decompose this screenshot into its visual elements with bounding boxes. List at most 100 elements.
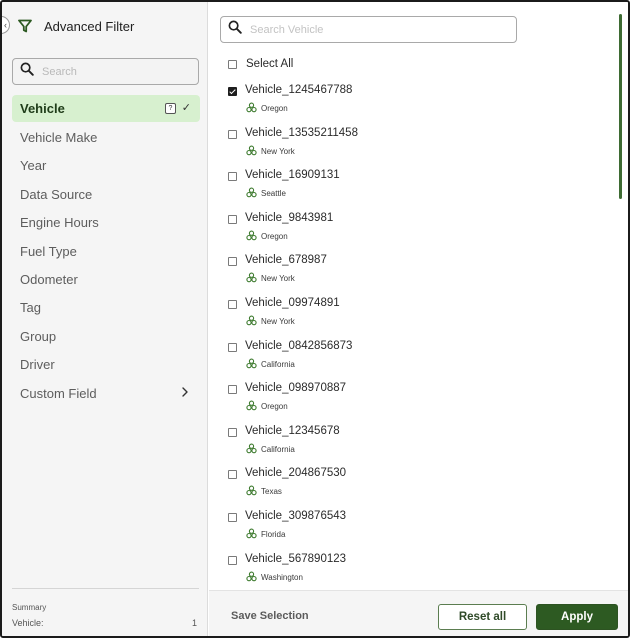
- summary-label: Vehicle:: [12, 618, 44, 628]
- help-badge-icon[interactable]: ?: [165, 103, 176, 114]
- vehicle-name: Vehicle_09974891: [245, 296, 340, 309]
- vehicle-location-label: New York: [261, 316, 295, 326]
- vehicle-list-item[interactable]: Vehicle_0842856873 California: [228, 340, 613, 383]
- vehicle-location-label: Florida: [261, 529, 286, 539]
- vehicle-location: New York: [246, 315, 295, 328]
- vehicle-checkbox[interactable]: [228, 87, 237, 96]
- nav-item-engine-hours[interactable]: Engine Hours: [12, 209, 200, 237]
- vehicle-list-item[interactable]: Vehicle_16909131 Seattle: [228, 169, 613, 212]
- vehicle-location: California: [246, 358, 295, 371]
- vehicle-location-label: Oregon: [261, 231, 288, 241]
- panel-title: Advanced Filter: [44, 18, 135, 34]
- reset-all-button[interactable]: Reset all: [438, 604, 527, 630]
- nav-item-label: Odometer: [20, 272, 78, 288]
- vehicle-name: Vehicle_098970887: [245, 382, 347, 395]
- vehicle-name: Vehicle_16909131: [245, 169, 340, 182]
- category-search-box[interactable]: [12, 58, 199, 85]
- vehicle-list-item[interactable]: Vehicle_204867530 Texas: [228, 467, 613, 510]
- nav-item-group[interactable]: Group: [12, 322, 200, 350]
- nav-item-fuel-type[interactable]: Fuel Type: [12, 237, 200, 265]
- select-all-option[interactable]: Select All: [228, 56, 293, 72]
- summary-count: 1: [191, 618, 197, 628]
- vehicle-checkbox[interactable]: [228, 172, 237, 182]
- vehicle-name: Vehicle_12345678: [245, 424, 340, 437]
- vehicle-location: Seattle: [246, 187, 286, 200]
- filter-funnel-icon: [18, 19, 32, 33]
- nav-item-label: Year: [20, 158, 47, 174]
- group-nodes-icon: [246, 528, 257, 541]
- nav-item-label: Data Source: [20, 186, 93, 202]
- vehicle-location: New York: [246, 145, 295, 158]
- vehicle-name: Vehicle_1245467788: [245, 84, 353, 96]
- vehicle-location-label: New York: [261, 274, 295, 284]
- nav-item-data-source[interactable]: Data Source: [12, 180, 200, 208]
- group-nodes-icon: [246, 230, 257, 243]
- vehicle-checkbox[interactable]: [228, 385, 237, 395]
- nav-item-label: Custom Field: [20, 385, 97, 401]
- nav-item-custom-field[interactable]: Custom Field: [12, 379, 200, 407]
- nav-item-year[interactable]: Year: [12, 152, 200, 180]
- vehicle-list-item[interactable]: Vehicle_098970887 Oregon: [228, 382, 613, 425]
- vehicle-location-label: Seattle: [261, 189, 286, 199]
- vehicle-location: Florida: [246, 528, 285, 541]
- select-all-checkbox[interactable]: [228, 59, 237, 69]
- nav-item-driver[interactable]: Driver: [12, 351, 200, 379]
- nav-item-vehicle[interactable]: Vehicle ? ✓: [12, 95, 200, 122]
- nav-item-label: Vehicle Make: [20, 130, 98, 146]
- vehicle-search-box[interactable]: [220, 16, 517, 43]
- vehicle-checkbox[interactable]: [228, 342, 237, 352]
- category-nav: Vehicle ? ✓ Vehicle Make Year Data Sourc…: [12, 95, 200, 407]
- collapse-panel-handle[interactable]: ‹: [2, 16, 10, 34]
- vehicle-search-input[interactable]: [250, 23, 490, 36]
- vehicle-location: Oregon: [246, 102, 288, 115]
- apply-button[interactable]: Apply: [536, 604, 618, 630]
- nav-item-odometer[interactable]: Odometer: [12, 265, 200, 293]
- vehicle-list-item[interactable]: Vehicle_678987 New York: [228, 254, 613, 297]
- vehicle-checkbox[interactable]: [228, 470, 237, 480]
- group-nodes-icon: [246, 400, 257, 413]
- nav-item-label: Driver: [20, 357, 55, 373]
- vehicle-list-item[interactable]: Vehicle_1245467788 Oregon: [228, 84, 613, 127]
- vehicle-list-item[interactable]: Vehicle_13535211458 New York: [228, 127, 613, 170]
- vehicle-checkbox[interactable]: [228, 427, 237, 437]
- nav-item-tag[interactable]: Tag: [12, 294, 200, 322]
- group-nodes-icon: [246, 272, 257, 285]
- check-icon: ✓: [181, 102, 191, 114]
- vehicle-checkbox[interactable]: [228, 299, 237, 309]
- action-footer: Save Selection Reset all Apply: [209, 590, 628, 636]
- group-nodes-icon: [246, 145, 257, 158]
- vehicle-list-item[interactable]: Vehicle_9843981 Oregon: [228, 212, 613, 255]
- vehicle-location: Washington: [246, 571, 303, 584]
- group-nodes-icon: [246, 358, 257, 371]
- vehicle-location-label: California: [261, 359, 295, 369]
- nav-item-vehicle-make[interactable]: Vehicle Make: [12, 123, 200, 151]
- save-selection-link[interactable]: Save Selection: [231, 610, 309, 622]
- vehicle-list-item[interactable]: Vehicle_12345678 California: [228, 425, 613, 468]
- chevron-right-icon: [180, 385, 190, 402]
- vehicle-list-item[interactable]: Vehicle_567890123 Washington: [228, 553, 613, 596]
- vehicle-name: Vehicle_13535211458: [245, 126, 358, 139]
- vehicle-checkbox[interactable]: [228, 555, 237, 565]
- vehicle-name: Vehicle_309876543: [245, 509, 347, 522]
- advanced-filter-dialog: ‹ Advanced Filter Vehicle ? ✓ Vehicle Ma…: [0, 0, 630, 638]
- vehicle-checkbox[interactable]: [228, 214, 237, 224]
- vehicle-checkbox[interactable]: [228, 257, 237, 267]
- vehicle-list-item[interactable]: Vehicle_09974891 New York: [228, 297, 613, 340]
- vehicle-location: Oregon: [246, 230, 288, 243]
- vehicle-checkbox[interactable]: [228, 512, 237, 522]
- vehicle-list-item[interactable]: Vehicle_309876543 Florida: [228, 510, 613, 553]
- vehicle-location-label: California: [261, 444, 295, 454]
- group-nodes-icon: [246, 187, 257, 200]
- search-icon: [228, 20, 242, 39]
- group-nodes-icon: [246, 485, 257, 498]
- nav-item-label: Engine Hours: [20, 215, 99, 231]
- summary-divider: [12, 588, 199, 589]
- nav-item-label: Group: [20, 328, 57, 344]
- vehicle-location-label: Oregon: [261, 402, 288, 412]
- category-search-input[interactable]: [42, 65, 182, 78]
- vehicle-location: Oregon: [246, 400, 288, 413]
- vehicle-checkbox[interactable]: [228, 129, 237, 139]
- vehicle-name: Vehicle_567890123: [245, 552, 347, 565]
- list-scrollbar[interactable]: [619, 14, 622, 199]
- vehicle-name: Vehicle_204867530: [245, 467, 347, 480]
